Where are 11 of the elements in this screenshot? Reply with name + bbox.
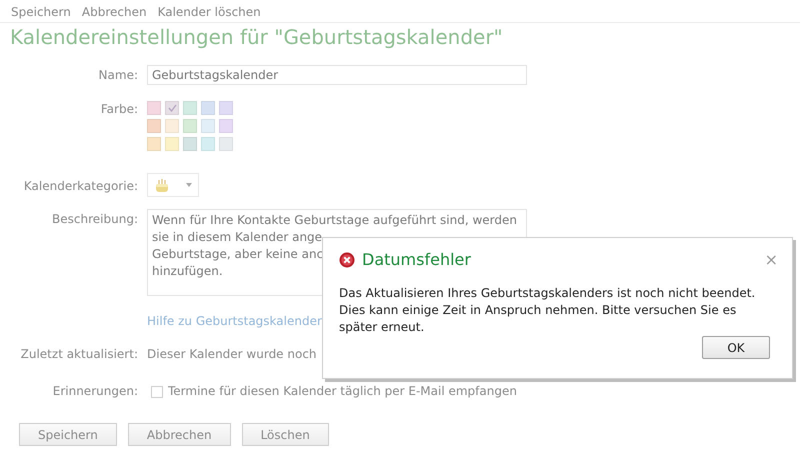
- field-label: Erinnerungen:: [52, 383, 138, 398]
- checkbox-label: Termine für diesen Kalender täglich per E-Mail empfangen: [168, 384, 517, 398]
- dialog-message: Das Aktualisieren Ihres Geburtstagskalenders ist noch nicht beendet. Dies kann einige Zeit in Anspruch nehmen. Bitte versuchen Sie es später erneut.: [339, 285, 756, 336]
- field-label: Zuletzt aktualisiert:: [20, 346, 138, 361]
- field-label: Name:: [98, 67, 138, 84]
- field-label: Farbe:: [100, 101, 138, 118]
- field-label: Beschreibung:: [51, 211, 138, 228]
- page-title: Kalendereinstellungen für "Geburtstagskalender": [10, 25, 504, 49]
- field-label: Kalenderkategorie:: [22, 178, 138, 195]
- dialog-title: Datumsfehler: [362, 250, 472, 269]
- last-updated-text: Dieser Kalender wurde noch: [147, 347, 317, 361]
